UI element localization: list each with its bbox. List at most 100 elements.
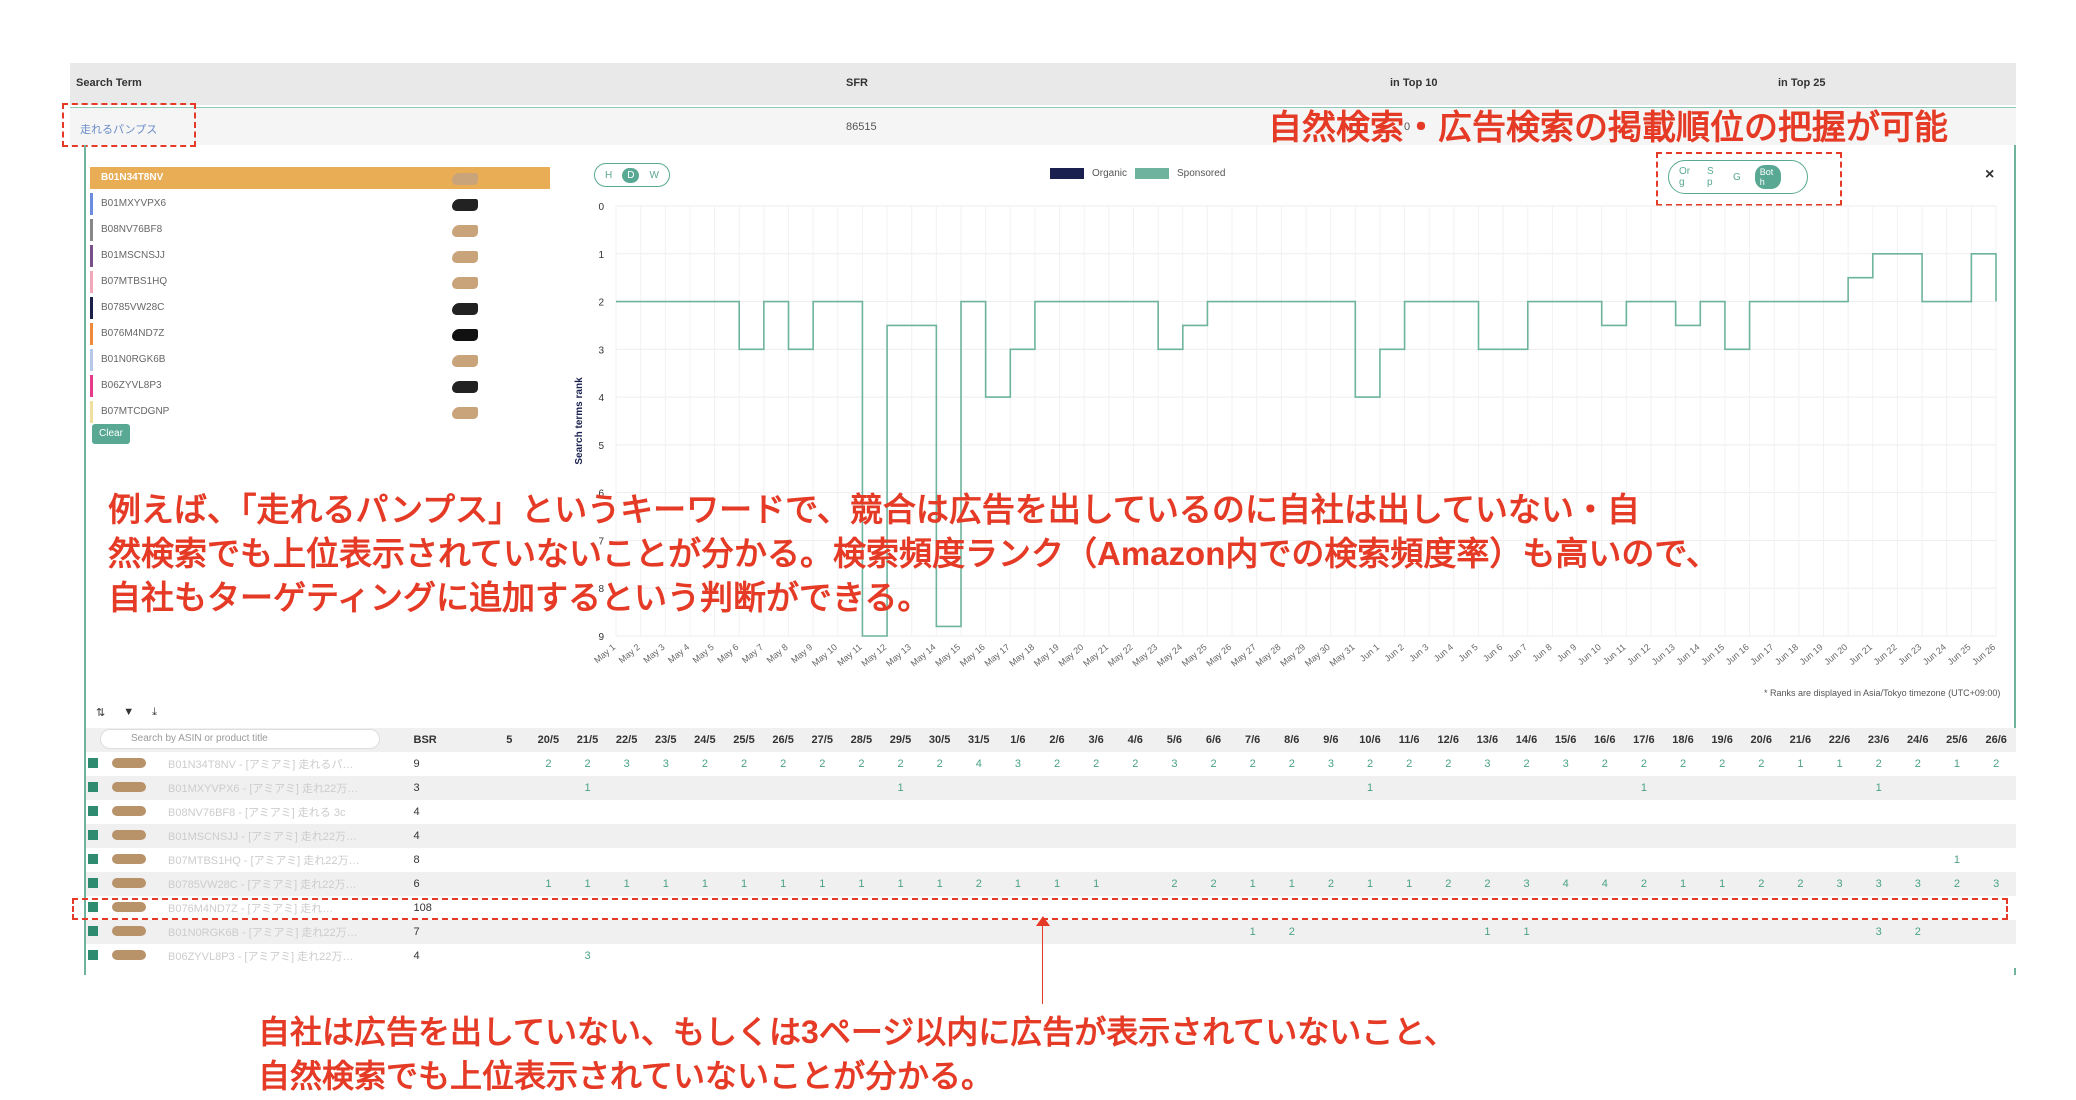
rank-cell: 2 [1132, 758, 1139, 770]
rank-cell [1937, 920, 1976, 944]
rank-cell [1155, 848, 1194, 872]
row-checkbox[interactable] [88, 782, 98, 792]
table-row[interactable]: B08NV76BF8 - [アミアミ] 走れる 3c 4 [86, 800, 2016, 824]
rank-cell [1194, 800, 1233, 824]
sort-icon[interactable]: ⇅ [96, 706, 105, 719]
table-row[interactable]: B07MTBS1HQ - [アミアミ] 走れ22万… 8 1 [86, 848, 2016, 872]
row-checkbox[interactable] [88, 806, 98, 816]
rank-cell [1781, 824, 1820, 848]
rank-cell [1820, 920, 1859, 944]
rank-cell [1390, 920, 1429, 944]
rank-cell [1546, 920, 1585, 944]
table-row[interactable]: B0785VW28C - [アミアミ] 走れ22万… 6 1 1 1 1 1 1 1 1 1 1 1 2 1… [86, 872, 2016, 896]
y-tick-label: 3 [598, 345, 604, 356]
type-g[interactable]: G [1733, 172, 1741, 183]
row-thumbnail [112, 878, 146, 888]
row-checkbox[interactable] [88, 878, 98, 888]
clear-button[interactable]: Clear [92, 424, 130, 444]
date-header: 23/5 [655, 734, 677, 746]
table-toolbar: ⇅ ▼ ⤓ [96, 706, 157, 719]
row-thumbnail [112, 806, 146, 816]
rank-cell: 2 [936, 758, 943, 770]
x-tick-label: Jun 22 [1872, 642, 1899, 667]
date-header: 31/5 [968, 734, 990, 746]
rank-cell [607, 800, 646, 824]
rank-cell: 2 [780, 758, 787, 770]
type-both[interactable]: Bot h [1754, 165, 1781, 189]
rank-cell: 3 [1171, 758, 1178, 770]
table-row[interactable]: B01N34T8NV - [アミアミ] 走れるパ… 9 2 2 3 3 2 2 2 2 2 2 2 4 3 2… [86, 752, 2016, 776]
rank-cell [1429, 776, 1468, 800]
rank-cell: 1 [1249, 878, 1256, 890]
rank-cell [529, 944, 568, 968]
rank-cell [764, 848, 803, 872]
x-tick-label: May 12 [859, 642, 888, 669]
asin-item[interactable]: B01N34T8NV [90, 167, 550, 189]
download-icon[interactable]: ⤓ [152, 706, 157, 719]
rank-cell [1976, 800, 2016, 824]
rank-cell [998, 848, 1037, 872]
rank-cell: 2 [1993, 758, 2000, 770]
row-checkbox[interactable] [88, 830, 98, 840]
rank-cell [920, 776, 959, 800]
row-checkbox[interactable] [88, 926, 98, 936]
x-tick-label: Jun 23 [1896, 642, 1923, 667]
rank-cell [1663, 824, 1702, 848]
date-header: 11/6 [1398, 734, 1420, 746]
rank-cell: 1 [623, 878, 630, 890]
rank-cell [1077, 944, 1116, 968]
product-thumbnail [452, 329, 478, 341]
row-checkbox[interactable] [88, 854, 98, 864]
rank-cell [1624, 800, 1663, 824]
rank-cell: 1 [584, 782, 591, 794]
rank-cell [959, 776, 998, 800]
row-product-name: B01MSCNSJJ - [アミアミ] 走れ22万… [168, 831, 358, 843]
close-icon[interactable]: × [1985, 166, 1994, 184]
rank-cell [1311, 776, 1350, 800]
rank-cell [1429, 824, 1468, 848]
filter-icon[interactable]: ▼ [123, 706, 134, 719]
rank-cell: 3 [1993, 878, 2000, 890]
type-toggle[interactable]: Or g S p G Bot h [1668, 160, 1808, 194]
x-tick-label: Jun 6 [1481, 642, 1504, 664]
row-checkbox[interactable] [88, 758, 98, 768]
rank-cell [842, 944, 881, 968]
y-tick-label: 5 [598, 441, 604, 452]
date-header: 16/6 [1594, 734, 1616, 746]
rank-cell [1859, 944, 1898, 968]
rank-cell [1272, 776, 1311, 800]
rank-cell [959, 848, 998, 872]
view-w[interactable]: W [649, 170, 658, 181]
rank-cell [1468, 776, 1507, 800]
rank-cell [1976, 848, 2016, 872]
table-row[interactable]: B01N0RGK6B - [アミアミ] 走れ22万… 7 1 2 1 1 3 2 [86, 920, 2016, 944]
x-tick-label: Jun 11 [1601, 642, 1628, 667]
x-tick-label: May 23 [1130, 642, 1159, 669]
rank-cell [1781, 800, 1820, 824]
rank-cell [1155, 824, 1194, 848]
x-tick-label: Jun 13 [1650, 642, 1677, 667]
table-row[interactable]: B06ZYVL8P3 - [アミアミ] 走れ22万… 4 3 [86, 944, 2016, 968]
rank-cell [1859, 848, 1898, 872]
row-checkbox[interactable] [88, 950, 98, 960]
type-sp[interactable]: S p [1707, 166, 1719, 188]
table-row[interactable]: B01MXYVPX6 - [アミアミ] 走れ22万… 3 1 1 1 1 1 [86, 776, 2016, 800]
rank-cell [1155, 920, 1194, 944]
view-toggle[interactable]: H D W [594, 163, 670, 187]
rank-cell: 2 [1210, 758, 1217, 770]
rank-cell: 1 [1875, 782, 1882, 794]
x-tick-label: Jun 16 [1724, 642, 1751, 667]
rank-cell [1194, 920, 1233, 944]
rank-cell: 2 [1327, 878, 1334, 890]
table-search-input[interactable]: Search by ASIN or product title [100, 729, 380, 749]
view-h[interactable]: H [605, 170, 612, 181]
rank-cell [803, 824, 842, 848]
table-row[interactable]: B01MSCNSJJ - [アミアミ] 走れ22万… 4 [86, 824, 2016, 848]
rank-cell [646, 776, 685, 800]
rank-cell [1116, 824, 1155, 848]
row-bsr: 6 [413, 878, 420, 890]
type-org[interactable]: Or g [1679, 166, 1693, 188]
view-d[interactable]: D [622, 167, 640, 183]
product-thumbnail [452, 277, 478, 289]
rank-cell [724, 920, 763, 944]
